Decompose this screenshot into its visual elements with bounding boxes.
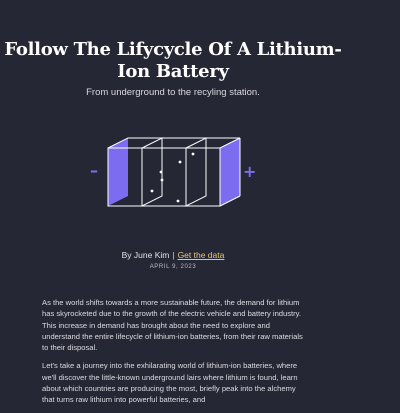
byline-separator: | [172, 250, 175, 260]
author-name: By June Kim [121, 250, 170, 260]
battery-right-cap [220, 138, 240, 206]
publish-date: APRIL 9, 2023 [149, 264, 197, 270]
article-subtitle: From underground to the recyling station… [86, 87, 260, 98]
lithium-ion-dots [150, 152, 195, 203]
minus-terminal-icon: – [90, 161, 98, 180]
battery-graphic: – + [90, 137, 256, 207]
paragraph: As the world shifts towards a more susta… [42, 298, 303, 353]
get-data-link[interactable]: Get the data [178, 250, 225, 260]
article-title: Follow The Lifycycle Of A Lithium-Ion Ba… [4, 39, 342, 82]
paragraph: Let's take a journey into the exhilarati… [42, 361, 298, 405]
byline: By June Kim | Get the data [0, 250, 346, 260]
plus-terminal-icon: + [243, 162, 256, 181]
battery-illustration: – + [86, 128, 262, 224]
article-body: As the world shifts towards a more susta… [42, 297, 304, 413]
